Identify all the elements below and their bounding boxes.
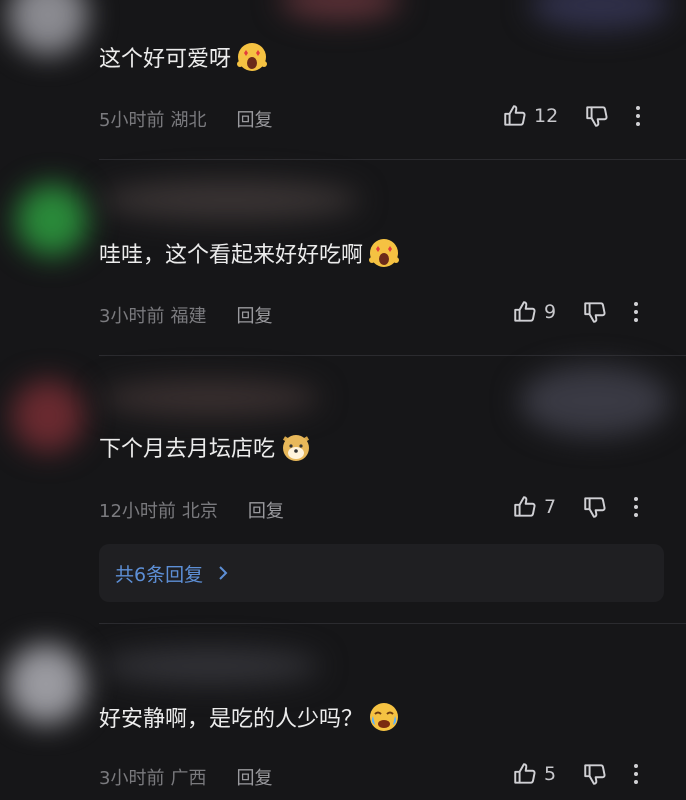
thumbs-up-icon bbox=[502, 103, 528, 129]
comment-actions: 7 bbox=[512, 494, 640, 520]
comment-actions: 5 bbox=[512, 761, 640, 787]
thumbs-up-icon bbox=[512, 494, 538, 520]
like-button[interactable]: 9 bbox=[512, 299, 556, 325]
avatar[interactable] bbox=[12, 380, 84, 452]
thumbs-down-icon[interactable] bbox=[584, 103, 610, 129]
comment-time: 3小时前 bbox=[99, 306, 165, 327]
chevron-right-icon bbox=[217, 564, 229, 582]
reply-button[interactable]: 回复 bbox=[236, 764, 272, 790]
comment-item: 哇哇，这个看起来好好吃啊 3小时前 福建 回复 9 bbox=[0, 160, 686, 356]
thumbs-down-icon[interactable] bbox=[582, 761, 608, 787]
comment-actions: 12 bbox=[502, 103, 642, 129]
comment-meta: 3小时前 广西 回复 bbox=[99, 764, 272, 790]
comment-item: 下个月去月坛店吃 12小时前 北京 回复 7 共6条回复 bbox=[0, 356, 686, 624]
comment-time: 12小时前 bbox=[99, 501, 176, 522]
like-button[interactable]: 12 bbox=[502, 103, 558, 129]
comment-text: 下个月去月坛店吃 bbox=[99, 430, 313, 464]
comment-location: 湖北 bbox=[170, 110, 207, 131]
more-options-icon[interactable] bbox=[634, 105, 642, 127]
replies-count-label: 共6条回复 bbox=[115, 563, 204, 586]
comment-text: 好安静啊，是吃的人少吗？ bbox=[99, 700, 401, 734]
reply-button[interactable]: 回复 bbox=[248, 497, 284, 523]
comment-location: 广西 bbox=[170, 768, 207, 789]
like-count: 12 bbox=[534, 105, 559, 127]
more-options-icon[interactable] bbox=[632, 496, 640, 518]
comment-text: 这个好可爱呀 bbox=[99, 40, 269, 74]
comment-location: 福建 bbox=[170, 306, 207, 327]
comment-location: 北京 bbox=[181, 501, 218, 522]
reply-button[interactable]: 回复 bbox=[236, 106, 272, 132]
thumbs-down-icon[interactable] bbox=[582, 494, 608, 520]
username-blurred bbox=[100, 180, 360, 220]
username-blurred bbox=[100, 380, 320, 416]
thumbs-down-icon[interactable] bbox=[582, 299, 608, 325]
image-blurred bbox=[530, 0, 670, 30]
like-button[interactable]: 7 bbox=[512, 494, 556, 520]
comment-time: 3小时前 bbox=[99, 768, 165, 789]
crying-face-icon bbox=[367, 700, 401, 734]
more-options-icon[interactable] bbox=[632, 301, 640, 323]
like-button[interactable]: 5 bbox=[512, 761, 556, 787]
starstruck-face-icon bbox=[235, 40, 269, 74]
comment-meta: 12小时前 北京 回复 bbox=[99, 497, 284, 523]
comment-text: 哇哇，这个看起来好好吃啊 bbox=[99, 236, 401, 270]
username-blurred bbox=[280, 0, 400, 20]
like-count: 7 bbox=[544, 496, 557, 518]
comment-item: 这个好可爱呀 5小时前 湖北 回复 12 bbox=[0, 0, 686, 160]
thumbs-up-icon bbox=[512, 761, 538, 787]
more-options-icon[interactable] bbox=[632, 763, 640, 785]
username-blurred bbox=[100, 648, 320, 684]
avatar[interactable] bbox=[8, 0, 88, 55]
starstruck-face-icon bbox=[367, 236, 401, 270]
comment-item: 好安静啊，是吃的人少吗？ 3小时前 广西 回复 5 bbox=[0, 624, 686, 800]
comment-time: 5小时前 bbox=[99, 110, 165, 131]
image-blurred bbox=[520, 366, 670, 436]
thumbs-up-icon bbox=[512, 299, 538, 325]
comment-meta: 3小时前 福建 回复 bbox=[99, 302, 272, 328]
comment-meta: 5小时前 湖北 回复 bbox=[99, 106, 272, 132]
like-count: 9 bbox=[544, 301, 557, 323]
view-replies-button[interactable]: 共6条回复 bbox=[99, 544, 664, 602]
avatar[interactable] bbox=[6, 644, 86, 724]
comment-actions: 9 bbox=[512, 299, 640, 325]
doge-face-icon bbox=[279, 430, 313, 464]
avatar[interactable] bbox=[16, 184, 88, 256]
reply-button[interactable]: 回复 bbox=[236, 302, 272, 328]
like-count: 5 bbox=[544, 763, 557, 785]
